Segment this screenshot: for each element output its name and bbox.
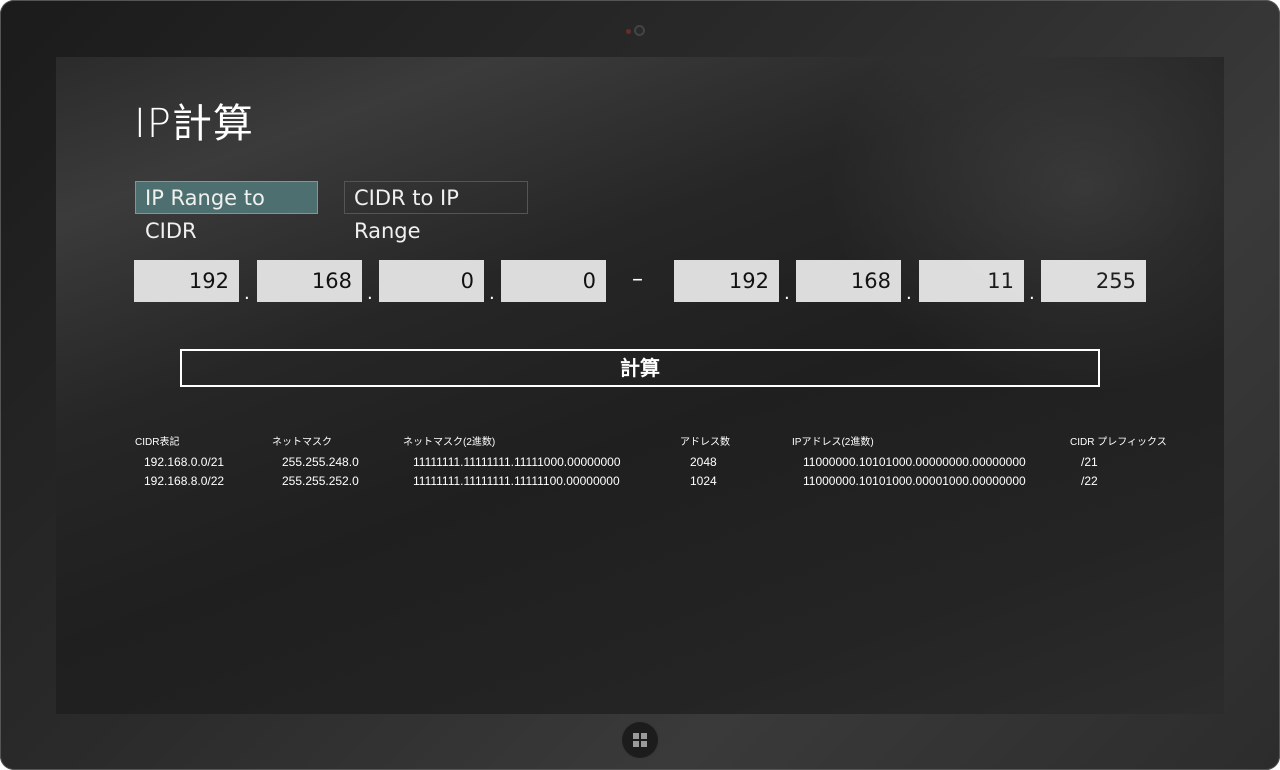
column-header: ネットマスク(2進数) [403, 437, 496, 448]
start-octet-2-input[interactable] [257, 260, 362, 302]
netmask-binary-cell: 11111111.11111111.11111000.00000000 [413, 455, 621, 469]
tab-cidr-to-ip-range[interactable]: CIDR to IP Range [344, 181, 528, 243]
octet-separator: . [1029, 283, 1035, 304]
netmask-cell: 255.255.252.0 [282, 474, 359, 488]
address-count-cell: 1024 [690, 474, 717, 488]
column-header: ネットマスク [272, 437, 332, 448]
octet-separator: . [906, 283, 912, 304]
prefix-cell: /21 [1081, 455, 1098, 469]
ip-binary-cell: 11000000.10101000.00001000.00000000 [803, 474, 1026, 488]
end-octet-3-input[interactable] [919, 260, 1024, 302]
column-header: IPアドレス(2進数) [792, 437, 874, 448]
cidr-cell: 192.168.0.0/21 [144, 455, 225, 469]
ip-binary-cell: 11000000.10101000.00000000.00000000 [803, 455, 1026, 469]
windows-logo-icon[interactable] [621, 721, 659, 759]
tab-ip-range-to-cidr[interactable]: IP Range to CIDR [135, 181, 318, 243]
tablet-frame: IP計算 IP Range to CIDR CIDR to IP Range .… [0, 0, 1280, 770]
start-octet-3-input[interactable] [379, 260, 484, 302]
prefix-cell: /22 [1081, 474, 1098, 488]
address-count-cell: 2048 [690, 455, 717, 469]
cidr-cell: 192.168.8.0/22 [144, 474, 225, 488]
column-header: CIDR表記 [135, 437, 180, 448]
range-dash: – [632, 267, 643, 292]
netmask-binary-cell: 11111111.11111111.11111100.00000000 [413, 474, 620, 488]
calculate-button[interactable]: 計算 [180, 349, 1100, 387]
start-octet-4-input[interactable] [501, 260, 606, 302]
camera-icon [626, 24, 648, 38]
app-screen: IP計算 IP Range to CIDR CIDR to IP Range .… [56, 57, 1224, 714]
start-octet-1-input[interactable] [134, 260, 239, 302]
page-title: IP計算 [134, 101, 254, 147]
end-octet-1-input[interactable] [674, 260, 779, 302]
column-header: CIDR プレフィックス [1070, 437, 1167, 448]
octet-separator: . [367, 283, 373, 304]
netmask-cell: 255.255.248.0 [282, 455, 359, 469]
octet-separator: . [489, 283, 495, 304]
end-octet-4-input[interactable] [1041, 260, 1146, 302]
column-header: アドレス数 [680, 437, 730, 448]
end-octet-2-input[interactable] [796, 260, 901, 302]
octet-separator: . [244, 283, 250, 304]
octet-separator: . [784, 283, 790, 304]
